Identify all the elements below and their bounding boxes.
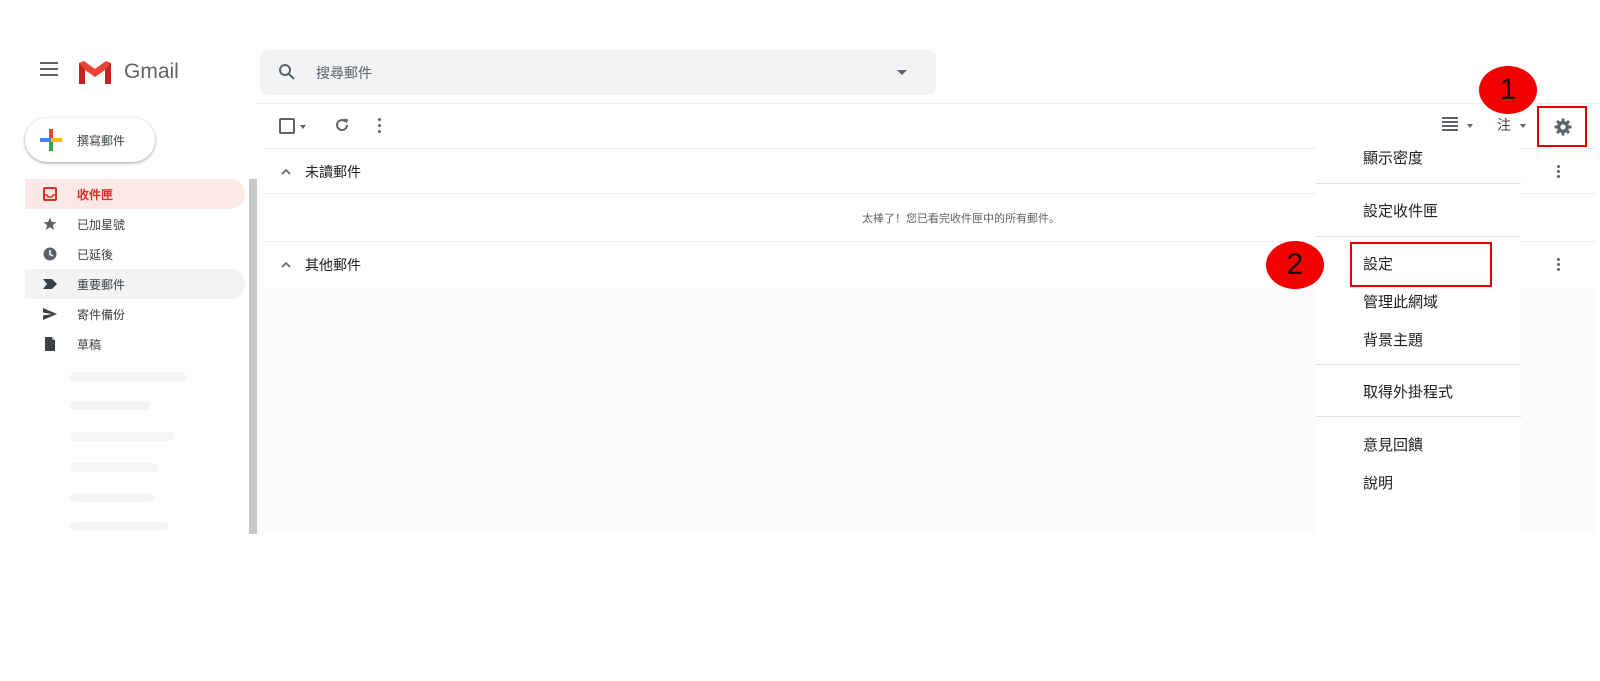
settings-item-highlight-box [1350, 242, 1492, 287]
compose-label: 撰寫郵件 [77, 134, 126, 148]
search-bar[interactable] [260, 50, 936, 97]
send-icon [43, 308, 57, 320]
app-brand-name[interactable]: Gmail [124, 60, 179, 84]
menu-separator [1316, 236, 1521, 237]
select-options-caret-icon[interactable] [300, 125, 306, 129]
menu-separator [1316, 364, 1521, 365]
settings-dropdown-menu: 顯示密度 設定收件匣 設定 管理此網域 背景主題 取得外掛程式 意見回饋 說明 [1316, 147, 1521, 534]
sidebar-item-label: 已延後 [77, 248, 114, 262]
more-options-icon[interactable] [378, 117, 382, 133]
search-input[interactable] [314, 50, 878, 97]
sidebar-nav: 收件匣 已加星號 已延後 重要郵件 寄件備份 草稿 [25, 179, 245, 359]
sidebar-item-sent[interactable]: 寄件備份 [25, 299, 245, 329]
split-pane-icon[interactable] [1442, 117, 1460, 131]
star-icon [43, 217, 57, 230]
menu-item-get-addons[interactable]: 取得外掛程式 [1363, 381, 1453, 402]
menu-item-help[interactable]: 說明 [1363, 472, 1393, 493]
section-title: 未讀郵件 [305, 165, 361, 181]
menu-item-feedback[interactable]: 意見回饋 [1363, 434, 1423, 455]
faded-sidebar-item [70, 372, 186, 381]
faded-sidebar-item [70, 463, 158, 472]
compose-button[interactable]: 撰寫郵件 [25, 118, 155, 162]
clock-icon [43, 247, 57, 261]
compose-plus-icon [40, 129, 62, 151]
header-divider [256, 103, 1600, 104]
menu-separator [1316, 416, 1521, 417]
sidebar-item-inbox[interactable]: 收件匣 [25, 179, 245, 209]
menu-item-themes[interactable]: 背景主題 [1363, 329, 1423, 350]
inbox-icon [43, 187, 57, 201]
split-pane-caret-icon[interactable] [1467, 124, 1473, 128]
draft-icon [45, 337, 55, 351]
faded-sidebar-item [70, 432, 174, 441]
search-icon[interactable] [278, 63, 296, 81]
sidebar-item-drafts[interactable]: 草稿 [25, 329, 245, 359]
sidebar-item-label: 草稿 [77, 338, 102, 352]
section-more-icon[interactable] [1557, 165, 1560, 179]
chevron-up-icon[interactable] [280, 259, 292, 271]
faded-sidebar-item [70, 401, 150, 410]
input-tool-button[interactable]: 注 [1497, 115, 1511, 135]
menu-item-manage-domain[interactable]: 管理此網域 [1363, 291, 1438, 312]
sidebar-item-label: 收件匣 [77, 188, 114, 202]
faded-sidebar-item [70, 493, 154, 502]
step-2-badge: 2 [1266, 241, 1324, 289]
faded-sidebar-item [70, 522, 168, 531]
settings-highlight-box [1537, 106, 1587, 147]
refresh-icon[interactable] [334, 117, 350, 133]
gmail-logo-icon[interactable] [77, 58, 113, 86]
important-label-icon [43, 279, 57, 289]
sidebar-item-label: 寄件備份 [77, 308, 126, 322]
sidebar-item-starred[interactable]: 已加星號 [25, 209, 245, 239]
sidebar-item-snoozed[interactable]: 已延後 [25, 239, 245, 269]
sidebar-item-label: 重要郵件 [77, 278, 126, 292]
menu-separator [1316, 183, 1521, 184]
search-options-caret-icon[interactable] [897, 70, 907, 75]
menu-item-configure-inbox[interactable]: 設定收件匣 [1363, 200, 1438, 221]
sidebar-scrollbar[interactable] [249, 179, 257, 534]
section-more-icon[interactable] [1557, 258, 1560, 272]
input-tool-caret-icon[interactable] [1520, 124, 1526, 128]
select-all-checkbox[interactable] [279, 118, 295, 134]
chevron-up-icon[interactable] [280, 166, 292, 178]
menu-item-display-density[interactable]: 顯示密度 [1363, 147, 1423, 168]
step-1-badge: 1 [1479, 66, 1537, 114]
section-title: 其他郵件 [305, 258, 361, 274]
sidebar-item-label: 已加星號 [77, 218, 126, 232]
gear-icon[interactable] [1554, 118, 1572, 136]
sidebar-item-important[interactable]: 重要郵件 [25, 269, 245, 299]
main-menu-icon[interactable] [40, 62, 60, 80]
